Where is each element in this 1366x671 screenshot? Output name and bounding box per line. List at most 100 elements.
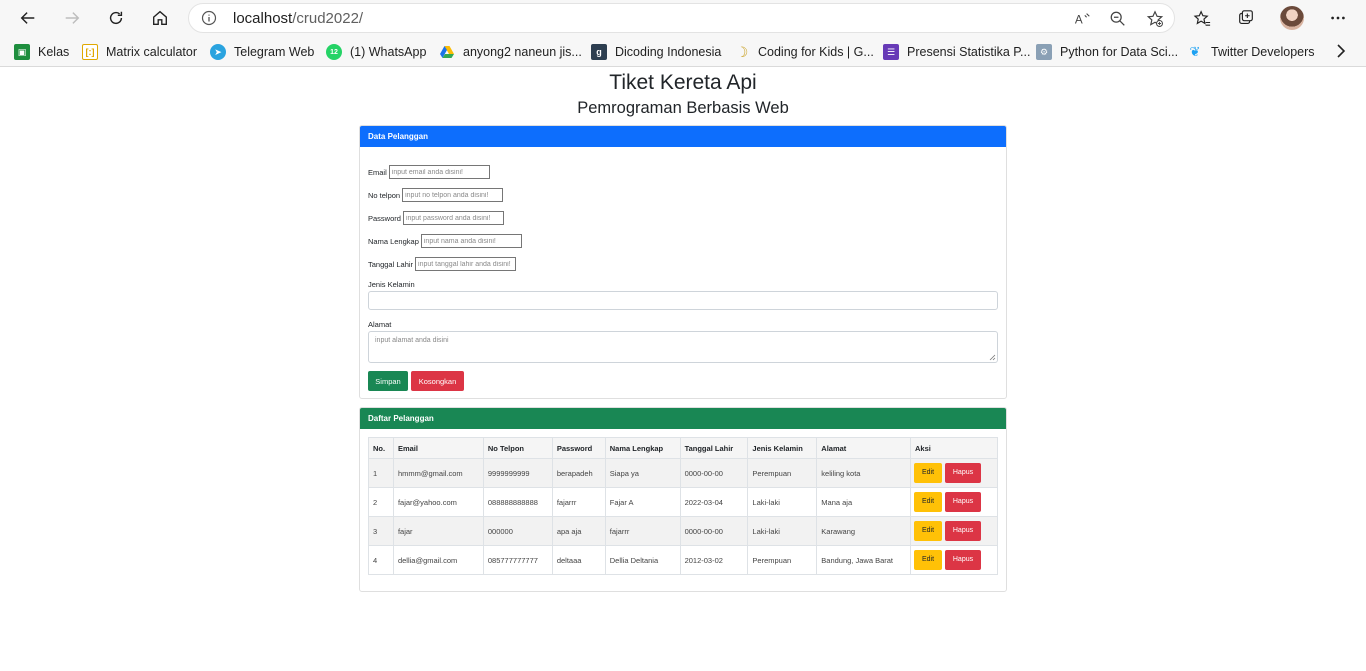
list-card-header: Daftar Pelanggan bbox=[360, 408, 1006, 429]
bookmark-item[interactable]: g Dicoding Indonesia bbox=[591, 43, 721, 61]
read-aloud-button[interactable]: A bbox=[1073, 9, 1093, 29]
phone-field[interactable] bbox=[402, 188, 504, 202]
home-icon bbox=[153, 10, 167, 25]
favorites-button[interactable] bbox=[1188, 4, 1216, 32]
star-add-icon bbox=[1146, 10, 1164, 27]
chevron-right-icon[interactable] bbox=[1333, 41, 1349, 61]
clear-button[interactable]: Kosongkan bbox=[411, 371, 464, 391]
bookmark-label: Telegram Web bbox=[234, 45, 315, 59]
bookmark-label: Twitter Developers bbox=[1211, 45, 1315, 59]
actions-cell: Edit Hapus bbox=[910, 487, 998, 517]
table-cell: 0000-00-00 bbox=[679, 516, 749, 546]
page-title: Tiket Kereta Api bbox=[609, 71, 757, 94]
table-cell: 088888888888 bbox=[482, 487, 553, 517]
actions-cell: Edit Hapus bbox=[910, 545, 998, 575]
delete-button[interactable]: Hapus bbox=[945, 492, 981, 512]
bookmark-label: Presensi Statistika P... bbox=[907, 45, 1031, 59]
table-cell: 000000 bbox=[482, 516, 553, 546]
column-header: Tanggal Lahir bbox=[679, 437, 749, 459]
table-cell: 3 bbox=[368, 516, 394, 546]
telegram-icon: ➤ bbox=[210, 44, 226, 60]
table-cell: Fajar A bbox=[604, 487, 681, 517]
form-card-header: Data Pelanggan bbox=[360, 126, 1006, 147]
favorites-icon bbox=[1193, 10, 1211, 26]
actions-cell: Edit Hapus bbox=[910, 516, 998, 546]
column-header: No Telpon bbox=[482, 437, 553, 459]
home-button[interactable] bbox=[146, 4, 174, 32]
resize-grip-icon[interactable] bbox=[989, 354, 996, 361]
back-button[interactable] bbox=[14, 4, 42, 32]
email-row: Email bbox=[368, 165, 490, 179]
refresh-button[interactable] bbox=[102, 4, 130, 32]
password-field[interactable] bbox=[402, 211, 504, 225]
address-field[interactable]: input alamat anda disini bbox=[368, 331, 998, 363]
twitter-icon: ❦ bbox=[1189, 44, 1201, 59]
table-cell: fajarrr bbox=[551, 487, 606, 517]
table-cell: 9999999999 bbox=[482, 458, 553, 488]
info-icon[interactable] bbox=[201, 10, 217, 26]
add-favorite-button[interactable] bbox=[1145, 9, 1165, 29]
bookmark-item[interactable]: anyong2 naneun jis... bbox=[439, 43, 582, 61]
save-button[interactable]: Simpan bbox=[368, 371, 408, 391]
dicoding-icon: g bbox=[591, 44, 607, 60]
edit-button[interactable]: Edit bbox=[914, 550, 942, 570]
python-icon: ⚙ bbox=[1036, 44, 1052, 60]
refresh-icon bbox=[109, 11, 123, 25]
dob-field[interactable] bbox=[415, 257, 517, 271]
dob-label: Tanggal Lahir bbox=[368, 259, 414, 269]
read-aloud-icon: A bbox=[1075, 13, 1090, 27]
table-cell: 2022-03-04 bbox=[679, 487, 749, 517]
delete-button[interactable]: Hapus bbox=[945, 463, 981, 483]
browser-toolbar: localhost/crud2022/ A bbox=[0, 0, 1366, 36]
profile-avatar[interactable] bbox=[1280, 6, 1304, 30]
bookmark-item[interactable]: ❦ Twitter Developers bbox=[1187, 43, 1315, 61]
column-header: Alamat bbox=[816, 437, 911, 459]
whatsapp-icon: 12 bbox=[326, 44, 342, 60]
bookmark-item[interactable]: ▣ Kelas bbox=[14, 43, 69, 61]
email-field[interactable] bbox=[388, 165, 490, 179]
table-cell: Bandung, Jawa Barat bbox=[816, 545, 911, 575]
table-cell: keliling kota bbox=[816, 458, 911, 488]
url-host: localhost bbox=[233, 10, 293, 27]
name-label: Nama Lengkap bbox=[368, 236, 419, 246]
bookmark-item[interactable]: ➤ Telegram Web bbox=[210, 43, 314, 61]
bookmark-label: Coding for Kids | G... bbox=[758, 45, 874, 59]
url-path: /crud2022/ bbox=[292, 10, 364, 27]
table-row: 3 fajar 000000 apa aja fajarrr 0000-00-0… bbox=[368, 516, 998, 546]
delete-button[interactable]: Hapus bbox=[945, 550, 981, 570]
collections-button[interactable] bbox=[1232, 4, 1260, 32]
url-text[interactable]: localhost/crud2022/ bbox=[233, 10, 363, 27]
name-field[interactable] bbox=[420, 234, 522, 248]
address-placeholder: input alamat anda disini bbox=[375, 337, 449, 344]
bookmark-item[interactable]: 12 (1) WhatsApp bbox=[326, 43, 426, 61]
edit-button[interactable]: Edit bbox=[914, 492, 942, 512]
table-cell: Laki-laki bbox=[747, 487, 818, 517]
edit-button[interactable]: Edit bbox=[914, 463, 942, 483]
bookmark-item[interactable]: ☰ Presensi Statistika P... bbox=[883, 43, 1030, 61]
bookmark-item[interactable]: ⚙ Python for Data Sci... bbox=[1036, 43, 1178, 61]
settings-menu-button[interactable] bbox=[1324, 4, 1352, 32]
forward-button[interactable] bbox=[58, 4, 86, 32]
gender-field[interactable] bbox=[368, 291, 998, 310]
phone-row: No telpon bbox=[368, 188, 504, 202]
table-row: 4 dellia@gmail.com 085777777777 deltaaa … bbox=[368, 545, 998, 575]
edit-button[interactable]: Edit bbox=[914, 521, 942, 541]
page-subtitle: Pemrograman Berbasis Web bbox=[577, 99, 789, 117]
table-cell: fajar@yahoo.com bbox=[392, 487, 484, 517]
table-header-row: No. Email No Telpon Password Nama Lengka… bbox=[368, 437, 998, 459]
customer-form-card: Data Pelanggan Email No telpon Password … bbox=[359, 125, 1007, 399]
more-dots-icon bbox=[1331, 16, 1345, 20]
address-bar[interactable]: localhost/crud2022/ A bbox=[188, 3, 1175, 33]
gender-label: Jenis Kelamin bbox=[368, 280, 415, 289]
table-cell: Siapa ya bbox=[604, 458, 681, 488]
customer-table: No. Email No Telpon Password Nama Lengka… bbox=[368, 437, 998, 575]
banana-icon: ☽ bbox=[735, 43, 749, 60]
bookmark-item[interactable]: [:] Matrix calculator bbox=[82, 43, 197, 61]
table-cell: Mana aja bbox=[816, 487, 911, 517]
table-cell: 2 bbox=[368, 487, 394, 517]
bookmark-item[interactable]: ☽ Coding for Kids | G... bbox=[734, 43, 874, 61]
zoom-button[interactable] bbox=[1108, 9, 1128, 29]
delete-button[interactable]: Hapus bbox=[945, 521, 981, 541]
bookmark-label: Matrix calculator bbox=[106, 45, 197, 59]
bookmarks-bar: ▣ Kelas [:] Matrix calculator ➤ Telegram We… bbox=[0, 36, 1366, 67]
